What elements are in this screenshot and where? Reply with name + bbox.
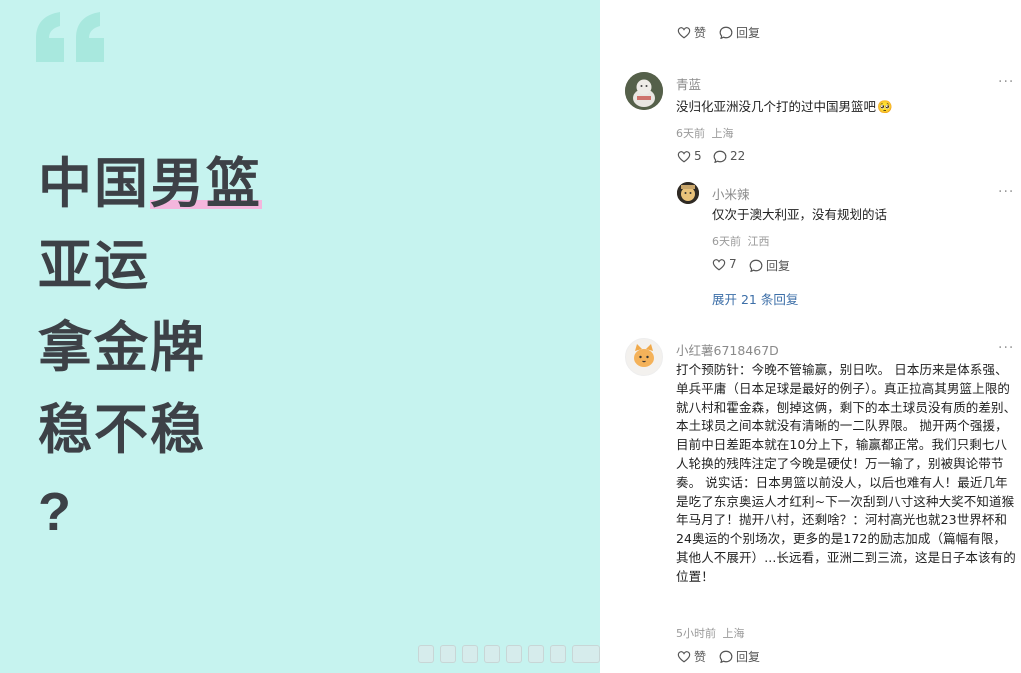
comment-time: 5小时前 — [676, 627, 716, 640]
like-button[interactable]: 5 — [677, 149, 702, 163]
sub-reply-text: 仅次于澳大利亚，没有规划的话 — [712, 207, 888, 222]
reply-label: 回复 — [766, 259, 791, 273]
like-button[interactable]: 赞 — [677, 24, 706, 41]
reply-count: 22 — [730, 149, 746, 163]
comment-location: 上海 — [711, 127, 734, 140]
more-options-icon[interactable]: ··· — [998, 75, 1014, 89]
expand-replies-link[interactable]: 展开 21 条回复 — [712, 289, 798, 308]
sub-reply-location: 江西 — [747, 235, 770, 248]
reply-label: 回复 — [736, 650, 761, 664]
avatar[interactable] — [625, 338, 663, 376]
comment-location: 上海 — [722, 627, 745, 640]
pleading-emoji-icon: 🥺 — [877, 99, 893, 114]
headline-line-5: ? — [38, 482, 73, 542]
comments-panel: 赞 回复 青蓝 ··· 没归化亚洲没几个打的过中国男篮吧🥺 6天前 上海 5 2… — [600, 0, 1021, 673]
heart-icon — [677, 27, 691, 39]
reply-button[interactable]: 22 — [713, 149, 745, 163]
like-count: 7 — [729, 257, 737, 271]
sub-reply-avatar[interactable] — [677, 182, 699, 204]
comment-bubble-icon — [749, 259, 763, 272]
avatar[interactable] — [625, 72, 663, 110]
poster-headline: 中国男篮 亚运 拿金牌 稳不稳 ? — [38, 143, 262, 553]
more-options-icon[interactable]: ··· — [998, 185, 1014, 199]
like-label: 赞 — [694, 26, 707, 40]
cat-avatar-icon — [634, 344, 654, 367]
comment-text: 没归化亚洲没几个打的过中国男篮吧🥺 — [676, 97, 893, 116]
quote-mark-icon — [36, 12, 104, 62]
heart-icon — [712, 258, 726, 270]
more-options-icon[interactable]: ··· — [998, 341, 1014, 355]
headline-line-2: 亚运 — [38, 236, 150, 296]
avatar-image — [625, 72, 663, 110]
comment-username[interactable]: 青蓝 — [676, 74, 701, 93]
heart-icon — [677, 150, 691, 162]
sub-reply-meta: 6天前 江西 — [712, 233, 770, 249]
poster: 中国男篮 亚运 拿金牌 稳不稳 ? — [0, 0, 600, 673]
comment-username[interactable]: 小红薯6718467D — [676, 340, 779, 359]
like-button[interactable]: 赞 — [677, 648, 706, 665]
like-count: 5 — [694, 149, 702, 163]
like-label: 赞 — [694, 650, 707, 664]
sub-reply-username[interactable]: 小米辣 — [712, 184, 750, 203]
like-button[interactable]: 7 — [712, 257, 737, 271]
comment-text: 打个预防针：今晚不管输赢，别日吹。 日本历来是体系强、单兵平庸（日本足球是最好的… — [676, 362, 1017, 584]
reply-button[interactable]: 回复 — [719, 648, 760, 665]
headline-line-4: 稳不稳 — [38, 400, 206, 460]
comment-bubble-icon — [719, 26, 733, 39]
comment-bubble-icon — [713, 150, 727, 163]
blurred-watermark — [418, 643, 603, 665]
headline-line-1: 中国男篮 — [38, 143, 262, 225]
comment-time: 6天前 — [676, 127, 705, 140]
reply-button[interactable]: 回复 — [749, 257, 790, 274]
comment-meta: 5小时前 上海 — [676, 625, 745, 641]
heart-icon — [677, 651, 691, 663]
comment-bubble-icon — [719, 650, 733, 663]
comment-meta: 6天前 上海 — [676, 125, 734, 141]
highlighted-text: 男篮 — [150, 154, 262, 214]
reply-label: 回复 — [736, 26, 761, 40]
avatar-image — [677, 182, 699, 204]
reply-button[interactable]: 回复 — [719, 24, 760, 41]
comment-text-body: 没归化亚洲没几个打的过中国男篮吧 — [676, 99, 877, 114]
sub-reply-time: 6天前 — [712, 235, 741, 248]
headline-line-3: 拿金牌 — [38, 318, 206, 378]
headline-text-part: 中国 — [38, 154, 150, 214]
